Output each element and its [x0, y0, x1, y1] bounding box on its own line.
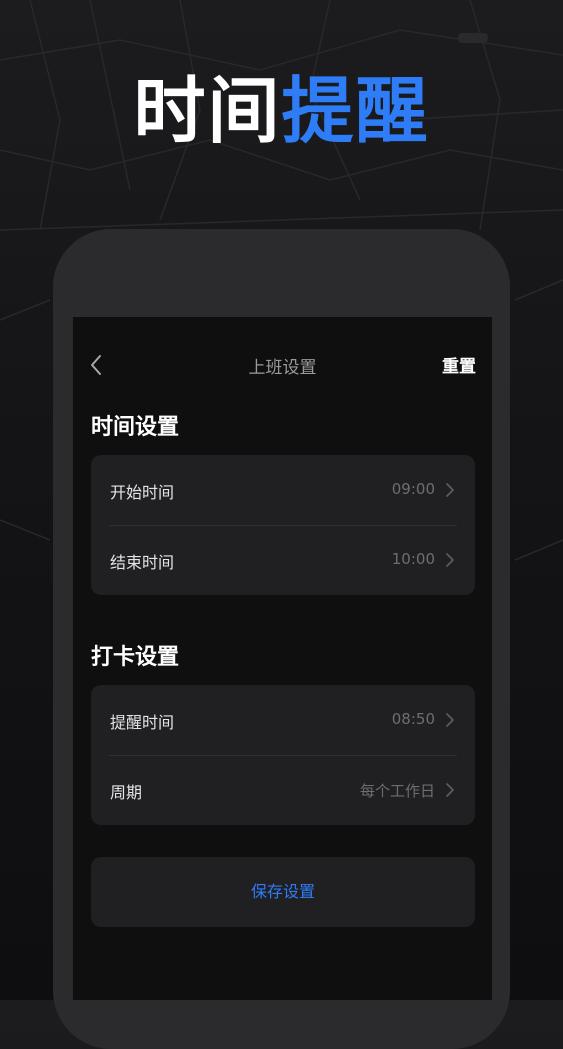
app-screen: 上班设置 重置 时间设置 开始时间 09:00 结束时间 10:00 打卡设置 …	[73, 317, 492, 1000]
reminder-time-row[interactable]: 提醒时间 08:50	[91, 685, 475, 755]
promo-title-white: 时间	[133, 69, 282, 153]
checkin-settings-card: 提醒时间 08:50 周期 每个工作日	[91, 685, 475, 825]
cycle-label: 周期	[110, 783, 143, 802]
section-title-checkin: 打卡设置	[91, 645, 180, 670]
save-settings-button[interactable]: 保存设置	[91, 857, 475, 927]
time-settings-card: 开始时间 09:00 结束时间 10:00	[91, 455, 475, 595]
cycle-row[interactable]: 周期 每个工作日	[91, 755, 475, 825]
chevron-right-icon	[446, 553, 454, 567]
start-time-value: 09:00	[391, 480, 435, 498]
promo-title-blue: 提醒	[281, 69, 430, 153]
cycle-value: 每个工作日	[359, 782, 435, 800]
chevron-right-icon	[446, 783, 454, 797]
reset-button[interactable]: 重置	[442, 352, 476, 377]
section-title-time: 时间设置	[91, 415, 180, 440]
promo-title: 时间提醒	[0, 66, 563, 156]
reminder-time-value: 08:50	[391, 710, 435, 728]
end-time-label: 结束时间	[110, 553, 175, 572]
nav-bar: 上班设置 重置	[73, 345, 492, 385]
chevron-right-icon	[446, 713, 454, 727]
chevron-right-icon	[446, 483, 454, 497]
start-time-label: 开始时间	[110, 483, 175, 502]
end-time-row[interactable]: 结束时间 10:00	[91, 525, 475, 595]
reminder-time-label: 提醒时间	[110, 713, 175, 732]
end-time-value: 10:00	[391, 550, 435, 568]
page-title: 上班设置	[248, 358, 317, 378]
start-time-row[interactable]: 开始时间 09:00	[91, 455, 475, 525]
